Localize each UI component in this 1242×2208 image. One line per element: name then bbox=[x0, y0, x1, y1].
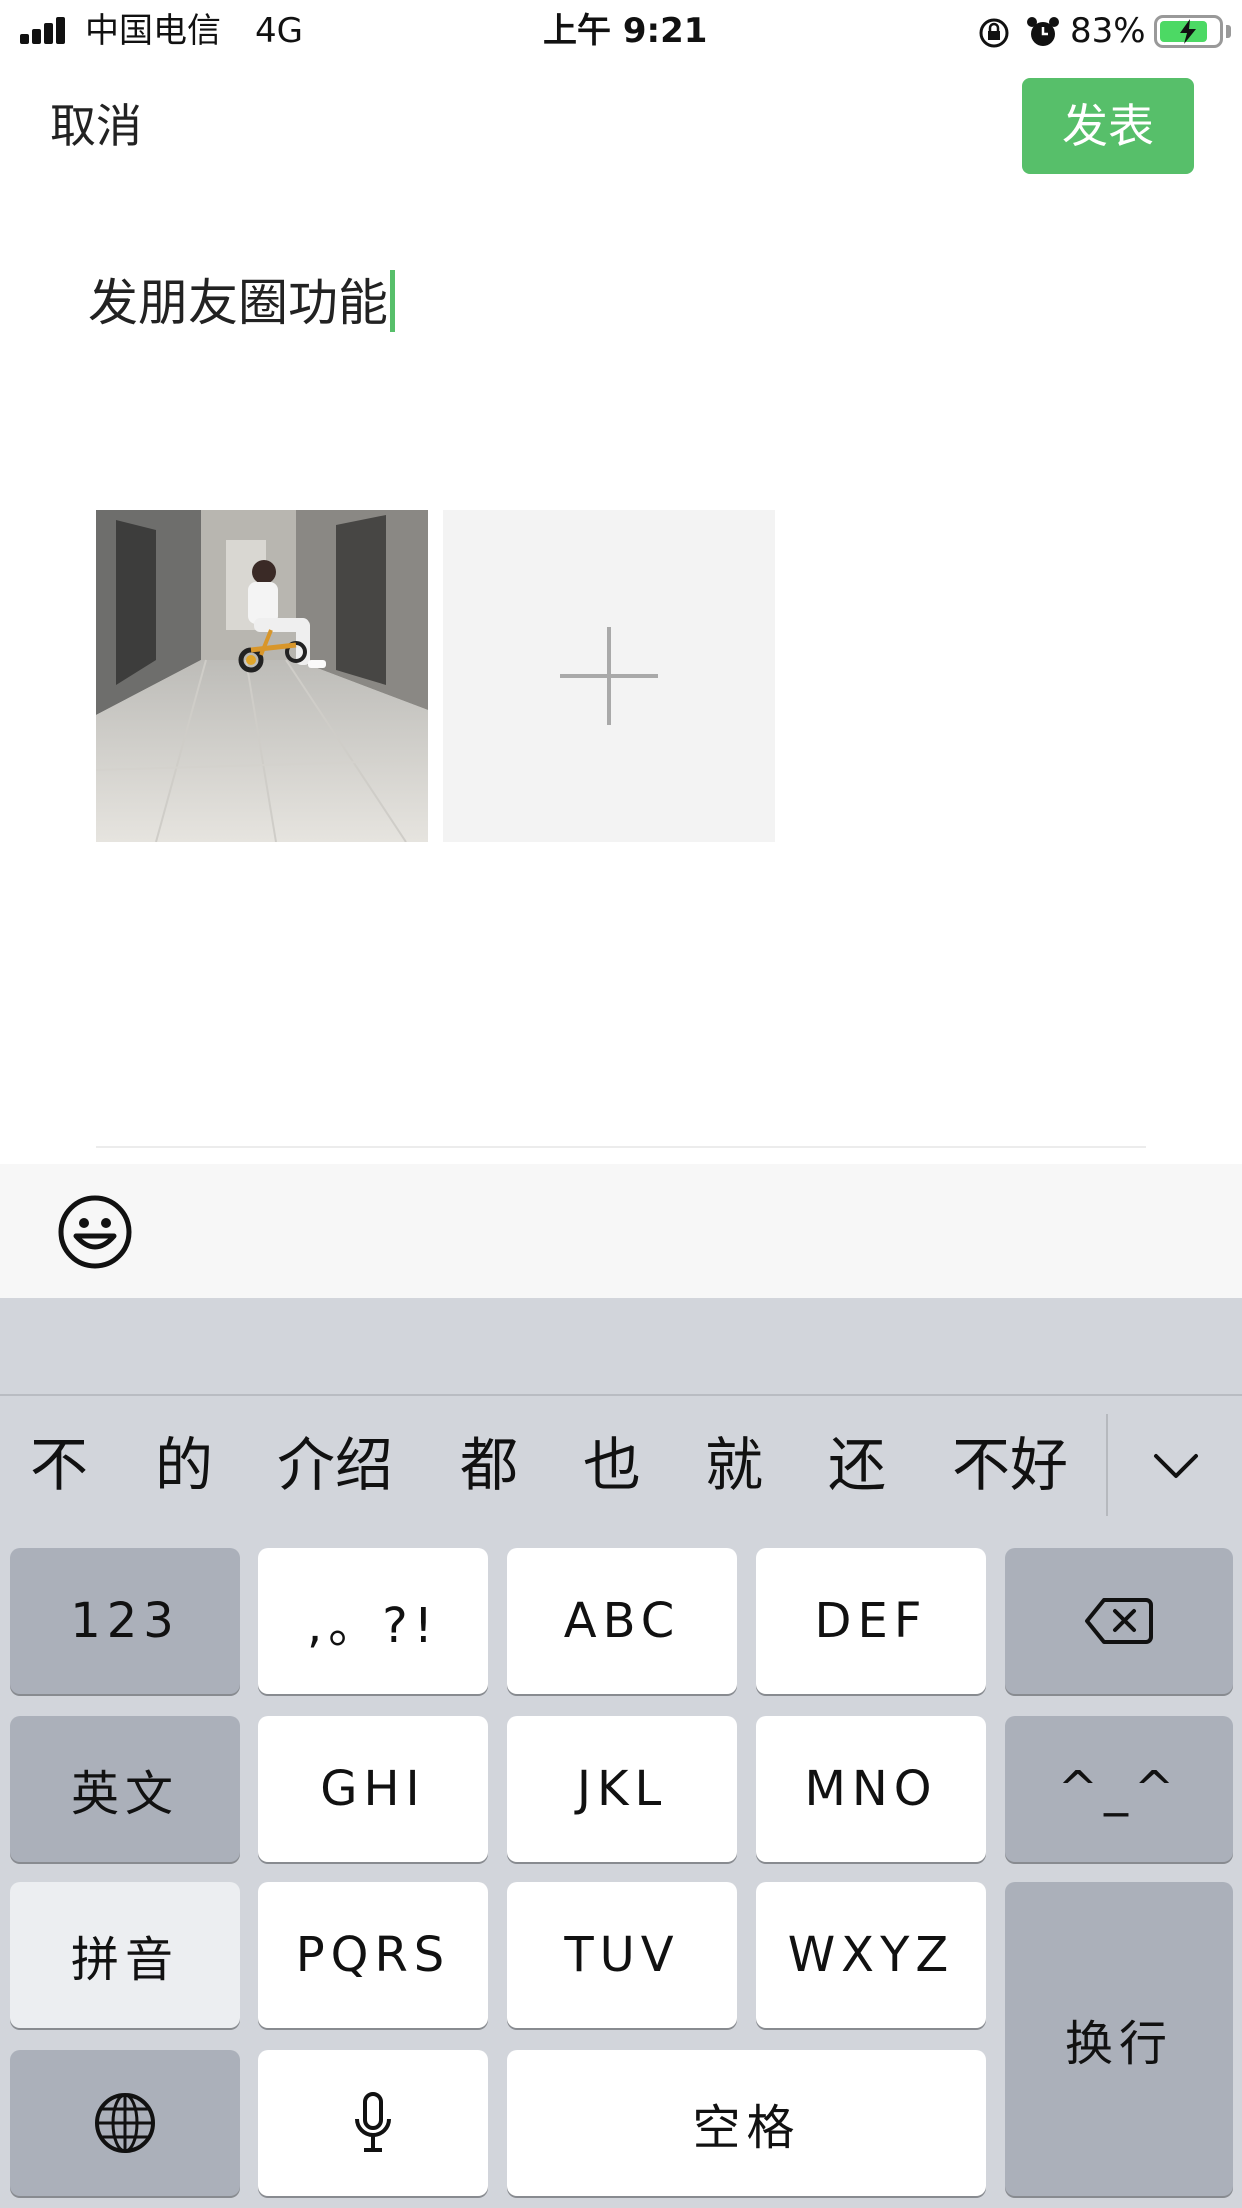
key-abc[interactable]: ABC bbox=[507, 1548, 737, 1694]
key-label: GHI bbox=[320, 1761, 426, 1817]
key-jkl[interactable]: JKL bbox=[507, 1716, 737, 1862]
key-label: WXYZ bbox=[787, 1927, 955, 1983]
candidate-word[interactable]: 介绍 bbox=[277, 1430, 393, 1500]
globe-icon bbox=[95, 2093, 155, 2153]
key-label: ^_^ bbox=[1057, 1761, 1181, 1817]
key-punctuation[interactable]: ,。?! bbox=[258, 1548, 488, 1694]
key-label: 空格 bbox=[692, 2100, 801, 2156]
carrier-label: 中国电信 bbox=[85, 11, 221, 51]
post-text: 发朋友圈功能 bbox=[88, 274, 388, 332]
network-label: 4G bbox=[255, 11, 303, 51]
photo-thumbnail[interactable] bbox=[96, 510, 428, 842]
candidate-word[interactable]: 的 bbox=[155, 1430, 213, 1500]
candidate-word[interactable]: 不 bbox=[30, 1430, 88, 1500]
backspace-icon bbox=[1085, 1598, 1153, 1644]
key-ghi[interactable]: GHI bbox=[258, 1716, 488, 1862]
candidate-word[interactable]: 都 bbox=[460, 1430, 518, 1500]
microphone-icon bbox=[355, 2092, 391, 2152]
post-text-input[interactable]: 发朋友圈功能 bbox=[88, 270, 395, 336]
key-label: 123 bbox=[70, 1593, 180, 1649]
key-microphone[interactable] bbox=[258, 2050, 488, 2196]
emoji-toolbar bbox=[0, 1164, 1242, 1298]
keyboard: 不 的 介绍 都 也 就 还 不好 123 ,。?! ABC DEF 英文 GH… bbox=[0, 1298, 1242, 2208]
key-def[interactable]: DEF bbox=[756, 1548, 986, 1694]
candidate-word[interactable]: 不好 bbox=[952, 1430, 1068, 1500]
battery-nub bbox=[1226, 25, 1231, 38]
publish-button[interactable]: 发表 bbox=[1022, 78, 1194, 174]
divider bbox=[96, 1146, 1146, 1148]
key-label: DEF bbox=[814, 1593, 928, 1649]
time-label: 上午 9:21 bbox=[543, 11, 708, 51]
key-label: 拼音 bbox=[70, 1932, 179, 1988]
key-label: JKL bbox=[576, 1761, 668, 1817]
key-english[interactable]: 英文 bbox=[10, 1716, 240, 1862]
candidate-word[interactable]: 就 bbox=[705, 1430, 763, 1500]
key-delete[interactable] bbox=[1005, 1548, 1233, 1694]
battery-percent: 83% bbox=[1070, 11, 1146, 51]
key-label: TUV bbox=[564, 1927, 680, 1983]
key-label: ,。?! bbox=[307, 1598, 439, 1654]
orientation-lock-icon bbox=[979, 18, 1009, 48]
status-bar: 中国电信 4G 上午 9:21 83% bbox=[0, 0, 1242, 62]
key-label: ABC bbox=[563, 1593, 681, 1649]
battery-charging-icon bbox=[1154, 15, 1223, 48]
alarm-icon bbox=[1027, 17, 1059, 46]
add-photo-button[interactable] bbox=[443, 510, 775, 842]
key-space[interactable]: 空格 bbox=[507, 2050, 986, 2196]
key-globe[interactable] bbox=[10, 2050, 240, 2196]
key-label: MNO bbox=[804, 1761, 938, 1817]
key-wxyz[interactable]: WXYZ bbox=[756, 1882, 986, 2028]
keyboard-top-strip bbox=[0, 1298, 1242, 1396]
key-pinyin[interactable]: 拼音 bbox=[10, 1882, 240, 2028]
key-return[interactable]: 换行 bbox=[1005, 1882, 1233, 2196]
key-label: 英文 bbox=[70, 1766, 179, 1822]
key-123[interactable]: 123 bbox=[10, 1548, 240, 1694]
key-tuv[interactable]: TUV bbox=[507, 1882, 737, 2028]
key-emoticon[interactable]: ^_^ bbox=[1005, 1716, 1233, 1862]
key-pqrs[interactable]: PQRS bbox=[258, 1882, 488, 2028]
chevron-down-icon[interactable] bbox=[1148, 1438, 1204, 1494]
candidate-word[interactable]: 还 bbox=[828, 1430, 886, 1500]
candidate-separator bbox=[1106, 1414, 1108, 1516]
text-cursor bbox=[390, 270, 395, 332]
key-label: 换行 bbox=[1064, 2016, 1173, 2072]
candidate-word[interactable]: 也 bbox=[583, 1430, 641, 1500]
smiley-face-icon[interactable] bbox=[57, 1194, 133, 1270]
cancel-button[interactable]: 取消 bbox=[50, 96, 142, 156]
key-mno[interactable]: MNO bbox=[756, 1716, 986, 1862]
key-label: PQRS bbox=[295, 1927, 451, 1983]
